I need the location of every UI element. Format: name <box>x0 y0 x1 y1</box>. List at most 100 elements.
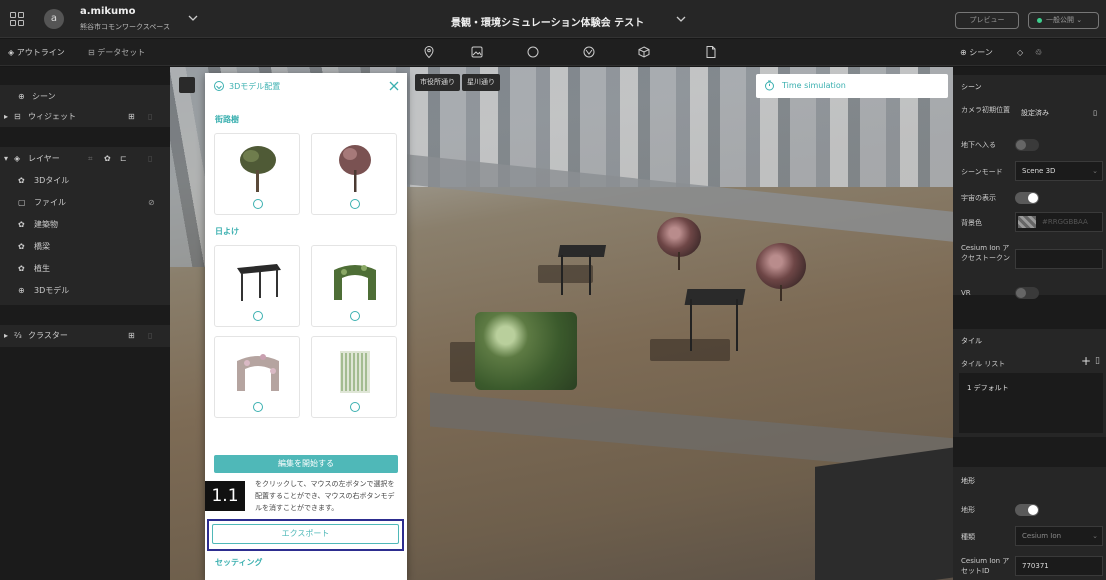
sidebar-item-cluster-label: クラスター <box>28 331 68 340</box>
tab-scene-label: シーン <box>969 48 993 57</box>
tile-list: 1 デフォルト <box>959 373 1103 433</box>
cesium-token-label: Cesium Ion アクセストークン <box>961 244 1010 262</box>
user-name[interactable]: a.mikumo <box>80 6 135 17</box>
space-toggle[interactable] <box>1015 192 1039 204</box>
panel-header: 3Dモデル配置 <box>205 73 407 99</box>
camera-value-text: 設定済み <box>1021 109 1049 117</box>
avatar[interactable]: a <box>44 9 64 29</box>
chevron-down-icon[interactable] <box>676 14 686 24</box>
apps-grid-icon[interactable] <box>10 12 24 26</box>
model-card-pergola[interactable] <box>214 245 300 327</box>
layer-item[interactable]: ✿ 建築物 <box>0 215 170 235</box>
eye-off-icon[interactable]: ⊘ <box>148 193 155 213</box>
model-card-green-arch[interactable] <box>311 245 397 327</box>
layer-item[interactable]: ⊕ 3Dモデル <box>0 281 170 301</box>
tiles-add-icon[interactable]: ✿ <box>104 149 111 169</box>
vr-label: VR <box>961 289 971 297</box>
underground-label: 地下へ入る <box>961 141 996 149</box>
chevron-down-icon[interactable] <box>188 13 198 23</box>
folder-icon[interactable]: ⌗ <box>88 149 93 169</box>
tab-outline[interactable]: ◈ アウトライン <box>8 39 65 66</box>
pergola-model[interactable] <box>557 245 607 295</box>
radio-button[interactable] <box>350 199 360 209</box>
radio-button[interactable] <box>350 402 360 412</box>
terrain-label: 地形 <box>961 506 975 514</box>
layer-item[interactable]: ✿ 橋梁 <box>0 237 170 257</box>
close-icon[interactable] <box>388 80 400 92</box>
radio-button[interactable] <box>253 311 263 321</box>
circle-icon[interactable] <box>526 45 540 59</box>
workspace-name[interactable]: 熊谷市コモンワークスペース <box>80 22 170 32</box>
start-edit-button[interactable]: 編集を開始する <box>214 455 398 473</box>
publish-button[interactable]: 一般公開 ⌄ <box>1028 12 1099 29</box>
trash-icon[interactable]: ▯ <box>1095 356 1100 366</box>
trash-icon[interactable]: ▯ <box>1093 104 1097 122</box>
pergola-leg <box>589 255 591 295</box>
add-tile-icon[interactable]: + <box>1081 354 1091 368</box>
tab-dataset-label: データセット <box>97 48 146 57</box>
sidebar-item-widget[interactable]: ▸ ⊟ ウィジェット ⊞ ▯ <box>0 107 170 127</box>
tag-icon[interactable]: ◇ <box>1017 39 1023 66</box>
radio-button[interactable] <box>253 402 263 412</box>
image-icon[interactable] <box>470 45 484 59</box>
tab-scene[interactable]: ⊕ シーン <box>960 39 993 66</box>
paint-icon[interactable]: ♲ <box>1035 39 1042 66</box>
layer-item[interactable]: ✿ 植生 <box>0 259 170 279</box>
pergola-model[interactable] <box>684 289 746 357</box>
terrain-type-select[interactable]: Cesium Ion ⌄ <box>1015 526 1103 546</box>
bg-color-input[interactable]: #RRGGBBAA <box>1015 212 1103 232</box>
green-arch-model[interactable] <box>475 312 577 390</box>
add-cluster-icon[interactable]: ⊞ <box>128 326 135 346</box>
tab-outline-label: アウトライン <box>16 48 65 57</box>
add-widget-icon[interactable]: ⊞ <box>128 107 135 127</box>
cesium-token-input[interactable] <box>1015 249 1103 269</box>
panel-toggle-icon[interactable] <box>179 77 195 93</box>
vr-toggle[interactable] <box>1015 287 1039 299</box>
section-sunshade: 日よけ <box>215 227 239 236</box>
model-card-flower-arch[interactable] <box>214 336 300 418</box>
sidebar-item-cluster[interactable]: ▸ ⅔ クラスター ⊞ ▯ <box>0 326 170 346</box>
export-button[interactable]: エクスポート <box>212 524 399 544</box>
preview-button[interactable]: プレビュー <box>955 12 1019 29</box>
settings-section[interactable]: セッティング <box>215 557 263 568</box>
trash-icon[interactable]: ▯ <box>148 149 152 169</box>
scene-mode-value: Scene 3D <box>1022 167 1056 175</box>
sidebar-item-scene[interactable]: ⊕ シーン <box>0 87 170 107</box>
file-icon[interactable] <box>704 45 718 59</box>
project-title[interactable]: 景観・環境シミュレーション体験会 テスト <box>451 14 644 29</box>
asset-id-input[interactable]: 770371 <box>1015 556 1103 576</box>
globe-pin-icon[interactable] <box>582 45 596 59</box>
model-card-green-wall[interactable] <box>311 336 397 418</box>
radio-button[interactable] <box>350 311 360 321</box>
tree-model[interactable] <box>756 243 806 289</box>
chevron-right-icon: ▸ <box>4 331 9 340</box>
folder-add-icon[interactable]: ⊏ <box>120 149 127 169</box>
tree-trunk <box>780 285 782 301</box>
globe-icon: ⊕ <box>18 92 25 101</box>
time-simulation-button[interactable]: Time simulation <box>756 74 948 98</box>
underground-toggle[interactable] <box>1015 139 1039 151</box>
trash-icon[interactable]: ▯ <box>148 107 152 127</box>
model-card-tree-2[interactable] <box>311 133 397 215</box>
terrain-toggle[interactable] <box>1015 504 1039 516</box>
tree-icon <box>339 145 371 192</box>
map-pin-icon[interactable] <box>422 45 436 59</box>
color-swatch-icon[interactable] <box>1018 216 1036 228</box>
scene-mode-select[interactable]: Scene 3D ⌄ <box>1015 161 1103 181</box>
box-3d-icon[interactable] <box>637 45 651 59</box>
chevron-down-icon: ⌄ <box>1092 167 1098 175</box>
camera-value[interactable]: 設定済み ▯ <box>1015 104 1103 124</box>
tile-list-item[interactable]: 1 デフォルト <box>967 383 1009 393</box>
tree-trunk <box>678 252 680 270</box>
layers-icon: ◈ <box>14 154 21 163</box>
chevron-down-icon: ▾ <box>4 154 9 163</box>
camera-label: カメラ初期位置 <box>961 106 1010 114</box>
radio-button[interactable] <box>253 199 263 209</box>
sidebar-item-layer[interactable]: ▾ ◈ レイヤー ⌗ ✿ ⊏ ▯ <box>0 149 170 169</box>
tab-dataset[interactable]: ⊟ データセット <box>88 39 145 66</box>
tree-model[interactable] <box>657 217 701 257</box>
trash-icon[interactable]: ▯ <box>148 326 152 346</box>
layer-item[interactable]: ▢ ファイル ⊘ <box>0 193 170 213</box>
layer-item[interactable]: ✿ 3Dタイル <box>0 171 170 191</box>
model-card-tree-1[interactable] <box>214 133 300 215</box>
